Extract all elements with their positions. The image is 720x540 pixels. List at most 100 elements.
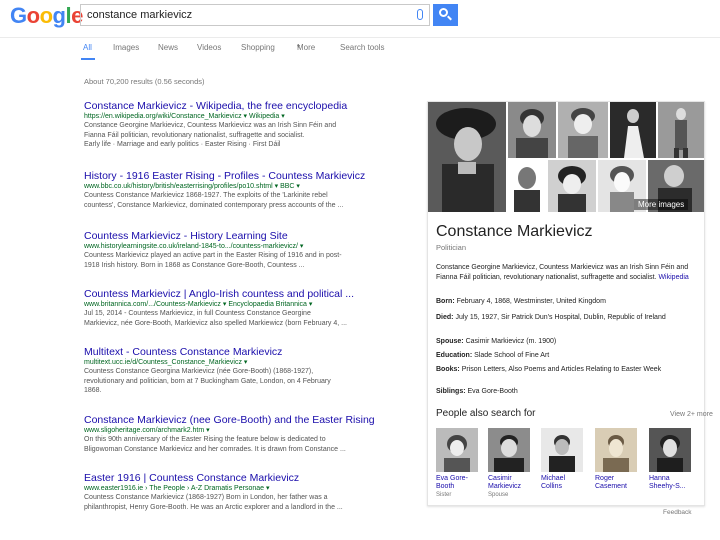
google-logo[interactable]: Google [10, 3, 83, 29]
result-url[interactable]: www.britannica.com/.../Countess-Markievi… [84, 300, 389, 309]
gallery-image[interactable] [548, 160, 596, 212]
tab-search-tools[interactable]: Search tools [340, 43, 384, 52]
gallery-image[interactable] [508, 102, 556, 158]
panel-title: Constance Markievicz [436, 223, 593, 240]
result-url[interactable]: www.historylearningsite.co.uk/ireland-18… [84, 242, 389, 251]
fact-books: Books: Prison Letters, Also Poems and Ar… [436, 365, 698, 375]
search-box[interactable] [80, 4, 430, 26]
search-result: History - 1916 Easter Rising - Profiles … [84, 170, 389, 210]
search-input[interactable] [81, 6, 413, 24]
result-url[interactable]: www.easter1916.ie › The People › A-Z Dra… [84, 484, 389, 493]
result-title-link[interactable]: Multitext - Countess Constance Markievic… [84, 346, 389, 358]
snippet-line: Fianna Fáil politician, revolutionary na… [84, 131, 305, 139]
result-snippet: Jul 15, 2014 - Countess Markievicz, in f… [84, 309, 389, 328]
wikipedia-link[interactable]: Wikipedia [658, 274, 688, 281]
fact-died: Died: July 15, 1927, Sir Patrick Dun's H… [436, 313, 698, 323]
result-snippet: On this 90th anniversary of the Easter R… [84, 435, 389, 454]
logo-letter: o [26, 3, 40, 28]
person-name[interactable]: Eva Gore-Booth [436, 475, 482, 491]
snippet-line: On this 90th anniversary of the Easter R… [84, 436, 326, 443]
result-title-link[interactable]: History - 1916 Easter Rising - Profiles … [84, 170, 389, 182]
result-url[interactable]: www.bbc.co.uk/history/british/easterrisi… [84, 182, 389, 191]
result-title-link[interactable]: Constance Markievicz - Wikipedia, the fr… [84, 100, 389, 112]
fact-label: Education: [436, 352, 473, 359]
description-text: Constance Georgine Markievicz, Countess … [436, 264, 689, 281]
result-title-link[interactable]: Easter 1916 | Countess Constance Markiev… [84, 472, 389, 484]
person-photo[interactable] [649, 428, 691, 472]
person-name[interactable]: Hanna Sheehy-S... [649, 475, 695, 491]
result-snippet: Countess Constance Markievicz (1868-1927… [84, 493, 389, 512]
search-icon-handle [447, 15, 452, 21]
gallery-image[interactable] [658, 102, 704, 158]
gallery-image[interactable] [610, 102, 656, 158]
search-result: Constance Markievicz - Wikipedia, the fr… [84, 100, 389, 150]
related-person[interactable]: Eva Gore-Booth Sister [436, 428, 482, 499]
related-person[interactable]: Hanna Sheehy-S... [649, 428, 695, 491]
person-name[interactable]: Casimir Markievicz [488, 475, 534, 491]
fact-born: Born: February 4, 1868, Westminster, Uni… [436, 297, 698, 307]
more-images-link[interactable]: More images [634, 199, 689, 210]
logo-letter: o [39, 3, 53, 28]
result-title-link[interactable]: Constance Markievicz (nee Gore-Booth) an… [84, 414, 389, 426]
person-photo[interactable] [595, 428, 637, 472]
result-snippet: Countess Constance Georgina Markievicz (… [84, 367, 389, 396]
snippet-line: Countess Constance Markievicz 1868-1927.… [84, 192, 328, 199]
result-title-link[interactable]: Countess Markievicz - History Learning S… [84, 230, 389, 242]
snippet-line: 1868. [84, 387, 102, 394]
snippet-line: Bligowoman Constance Markievicz and her … [84, 445, 346, 453]
microphone-icon[interactable] [417, 9, 423, 20]
gallery-image[interactable] [508, 160, 546, 212]
logo-letter: g [52, 3, 66, 28]
fact-label: Books: [436, 366, 460, 373]
fact-spouse: Spouse: Casimir Markievicz (m. 1900) [436, 337, 698, 347]
related-person[interactable]: Roger Casement [595, 428, 641, 491]
search-result: Countess Markievicz | Anglo-Irish counte… [84, 288, 389, 328]
result-url[interactable]: multitext.ucc.ie/d/Countess_Constance_Ma… [84, 358, 389, 367]
person-name[interactable]: Roger Casement [595, 475, 641, 491]
result-stats: About 70,200 results (0.56 seconds) [84, 77, 205, 86]
person-photo[interactable] [541, 428, 583, 472]
fact-value[interactable]: Casimir Markievicz (m. 1900) [466, 338, 557, 345]
search-result: Multitext - Countess Constance Markievic… [84, 346, 389, 396]
result-snippet: Countess Constance Markievicz 1868-1927.… [84, 191, 389, 210]
fact-value[interactable]: July 15, 1927, Sir Patrick Dun's Hospita… [455, 314, 665, 321]
active-tab-indicator [81, 58, 95, 60]
snippet-line: Early life · Marriage and early politics… [84, 141, 281, 148]
tab-shopping[interactable]: Shopping [241, 43, 275, 52]
fact-value[interactable]: February 4, 1868, Westminster, United Ki… [457, 298, 606, 305]
search-button[interactable] [433, 4, 458, 26]
chevron-down-icon: ▾ [297, 44, 301, 50]
fact-siblings: Siblings: Eva Gore-Booth [436, 387, 698, 397]
fact-value[interactable]: Slade School of Fine Art [474, 352, 549, 359]
search-result: Easter 1916 | Countess Constance Markiev… [84, 472, 389, 512]
people-also-search-heading: People also search for [436, 408, 536, 419]
person-name[interactable]: Michael Collins [541, 475, 587, 491]
tab-images[interactable]: Images [113, 43, 139, 52]
result-url[interactable]: https://en.wikipedia.org/wiki/Constance_… [84, 112, 389, 121]
result-title-link[interactable]: Countess Markievicz | Anglo-Irish counte… [84, 288, 389, 300]
tab-videos[interactable]: Videos [197, 43, 221, 52]
snippet-line: Constance Georgine Markievicz, Countess … [84, 122, 337, 129]
related-person[interactable]: Michael Collins [541, 428, 587, 491]
header-divider [0, 37, 720, 38]
person-relation: Sister [436, 492, 452, 498]
result-url[interactable]: www.sligoheritage.com/archmark2.htm ▾ [84, 426, 389, 435]
gallery-image[interactable] [558, 102, 608, 158]
tab-all[interactable]: All [83, 43, 92, 52]
main-portrait-image[interactable] [428, 102, 506, 212]
fact-education: Education: Slade School of Fine Art [436, 351, 698, 361]
person-photo[interactable] [436, 428, 478, 472]
snippet-line: philanthropist, Henry Gore-Booth. He was… [84, 503, 343, 511]
feedback-link[interactable]: Feedback [663, 509, 692, 516]
logo-letter: G [10, 3, 27, 28]
tab-news[interactable]: News [158, 43, 178, 52]
fact-value[interactable]: Prison Letters, Also Poems and Articles … [462, 366, 661, 373]
related-person[interactable]: Casimir Markievicz Spouse [488, 428, 534, 499]
header: Google [0, 0, 720, 36]
fact-value[interactable]: Eva Gore-Booth [468, 388, 518, 395]
snippet-line: Jul 15, 2014 - Countess Markievicz, in f… [84, 310, 311, 317]
view-more-link[interactable]: View 2+ more [670, 411, 713, 418]
snippet-line: 1918 Irish history. Born in 1868 as Cons… [84, 261, 305, 269]
fact-label: Died: [436, 314, 454, 321]
person-photo[interactable] [488, 428, 530, 472]
